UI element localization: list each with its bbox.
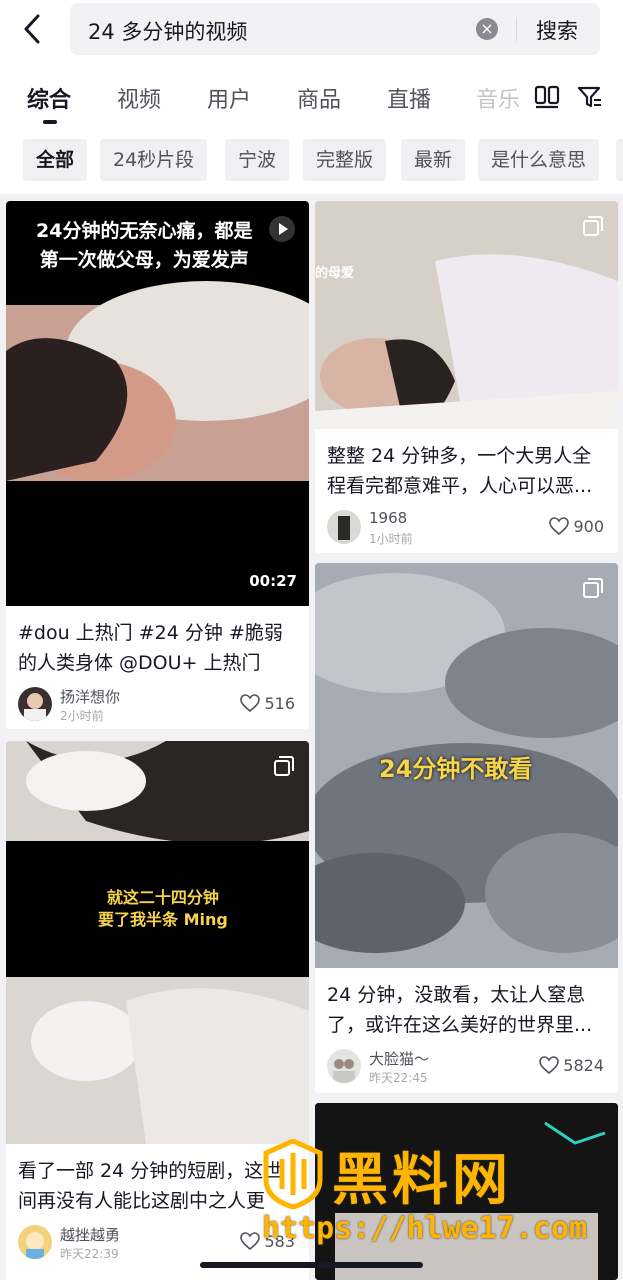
avatar[interactable] bbox=[327, 1049, 361, 1083]
search-divider bbox=[516, 17, 517, 41]
post-time: 昨天22:39 bbox=[60, 1247, 119, 1261]
chip-ningbo[interactable]: 宁波 bbox=[225, 139, 290, 181]
avatar[interactable] bbox=[18, 687, 52, 721]
author-name[interactable]: 越挫越勇 bbox=[60, 1224, 120, 1245]
author-name[interactable]: 大脸猫～ bbox=[369, 1048, 429, 1069]
watermark: 黑料网 https://hlwe17.com bbox=[262, 1135, 602, 1255]
tab-video[interactable]: 视频 bbox=[117, 82, 161, 114]
tab-comprehensive[interactable]: 综合 bbox=[27, 82, 71, 114]
chip-meaning[interactable]: 是什么意思 bbox=[478, 139, 600, 181]
filter-icon[interactable] bbox=[577, 84, 603, 110]
search-header: 24 多分钟的视频 × 搜索 bbox=[0, 0, 623, 62]
video-thumbnail: 就这二十四分钟 要了我半条 Ming bbox=[6, 741, 309, 1144]
tab-music[interactable]: 音乐 bbox=[476, 82, 520, 114]
layout-toggle-icon[interactable] bbox=[534, 84, 560, 110]
home-indicator bbox=[200, 1262, 423, 1268]
avatar[interactable] bbox=[18, 1225, 52, 1259]
search-button[interactable]: 搜索 bbox=[536, 15, 578, 45]
watermark-url: https://hlwe17.com bbox=[262, 1211, 588, 1246]
video-overlay-text: 就这二十四分钟 要了我半条 Ming bbox=[98, 888, 228, 929]
filter-chips: 全部 24秒片段 宁波 完整版 最新 是什么意思 bbox=[0, 132, 623, 194]
chip-more[interactable] bbox=[616, 139, 623, 181]
clear-search-icon[interactable]: × bbox=[476, 18, 498, 40]
video-duration: 00:27 bbox=[249, 572, 297, 590]
author-name[interactable]: 扬洋想你 bbox=[60, 686, 120, 707]
avatar[interactable] bbox=[327, 510, 361, 544]
back-arrow-icon[interactable] bbox=[18, 12, 48, 46]
video-card[interactable]: 24分钟的无奈心痛，都是 第一次做父母，为爱发声 00:27 #dou 上热门 … bbox=[6, 201, 309, 729]
video-caption: 看了一部 24 分钟的短剧，这世间再没有人能比这剧中之人更 bbox=[18, 1160, 283, 1212]
gallery-icon bbox=[273, 755, 295, 777]
video-thumbnail: 24分钟的无奈心痛，都是 第一次做父母，为爱发声 00:27 bbox=[6, 201, 309, 606]
like-count[interactable]: 516 bbox=[240, 694, 295, 713]
video-overlay-text: 的母爱 bbox=[315, 266, 355, 281]
heart-icon bbox=[539, 1056, 560, 1075]
like-count[interactable]: 5824 bbox=[539, 1056, 604, 1075]
chip-latest[interactable]: 最新 bbox=[401, 139, 466, 181]
like-count[interactable]: 900 bbox=[549, 517, 604, 536]
chip-24s-clip[interactable]: 24秒片段 bbox=[100, 139, 208, 181]
video-card[interactable]: 24分钟不敢看 24 分钟，没敢看，太让人窒息了，或许在这么美好的世界里... … bbox=[315, 563, 618, 1093]
video-caption: 24 分钟，没敢看，太让人窒息了，或许在这么美好的世界里... bbox=[327, 984, 593, 1036]
play-icon bbox=[269, 216, 295, 242]
video-thumbnail: 24分钟不敢看 bbox=[315, 563, 618, 968]
video-thumbnail: 的母爱 bbox=[315, 201, 618, 429]
gallery-icon bbox=[582, 577, 604, 599]
video-caption: #dou 上热门 #24 分钟 #脆弱的人类身体 @DOU+ 上热门 @D... bbox=[18, 622, 283, 674]
heart-icon bbox=[240, 694, 261, 713]
post-time: 昨天22:45 bbox=[369, 1071, 428, 1085]
video-overlay-text: 24分钟不敢看 bbox=[379, 755, 533, 783]
video-overlay-text: 24分钟的无奈心痛，都是 第一次做父母，为爱发声 bbox=[36, 220, 253, 271]
post-time: 1小时前 bbox=[369, 532, 413, 546]
author-name[interactable]: 1968 bbox=[369, 509, 407, 527]
video-caption: 整整 24 分钟多，一个大男人全程看完都意难平，人心可以恶... bbox=[327, 445, 593, 497]
active-tab-indicator bbox=[43, 120, 57, 124]
post-time: 2小时前 bbox=[60, 709, 104, 723]
heart-icon bbox=[549, 517, 570, 536]
search-input[interactable]: 24 多分钟的视频 × 搜索 bbox=[70, 3, 600, 55]
chip-all[interactable]: 全部 bbox=[23, 139, 88, 181]
tab-products[interactable]: 商品 bbox=[297, 82, 341, 114]
watermark-title: 黑料网 bbox=[332, 1148, 512, 1213]
video-card[interactable]: 的母爱 整整 24 分钟多，一个大男人全程看完都意难平，人心可以恶... 196… bbox=[315, 201, 618, 553]
category-tabs: 综合 视频 用户 商品 直播 音乐 bbox=[0, 62, 623, 132]
chip-full-version[interactable]: 完整版 bbox=[303, 139, 387, 181]
watermark-logo-icon bbox=[263, 1139, 323, 1209]
tab-live[interactable]: 直播 bbox=[387, 82, 431, 114]
tab-users[interactable]: 用户 bbox=[207, 82, 251, 114]
search-query-text: 24 多分钟的视频 bbox=[88, 20, 248, 44]
gallery-icon bbox=[582, 215, 604, 237]
heart-icon bbox=[240, 1232, 261, 1251]
